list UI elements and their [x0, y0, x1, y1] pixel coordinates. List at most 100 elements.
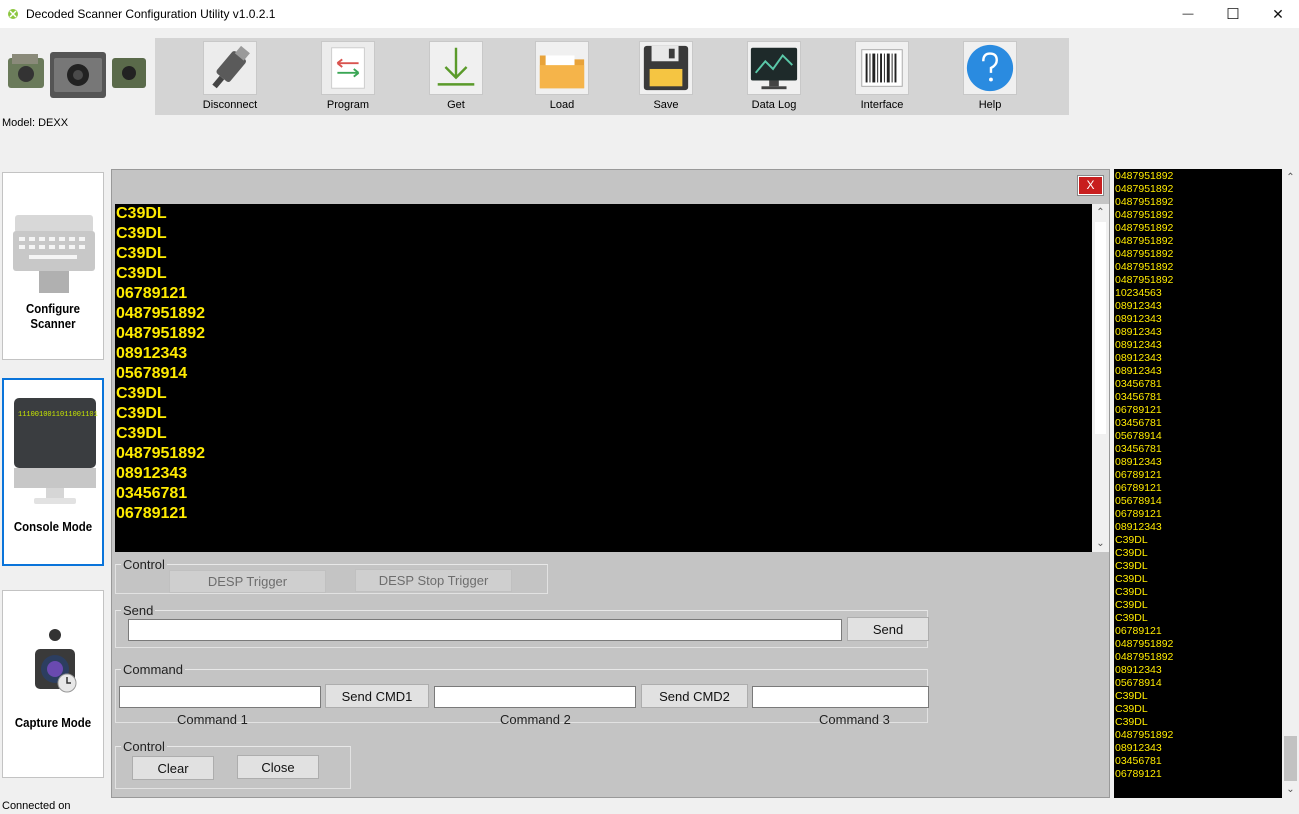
app-icon [8, 9, 18, 19]
load-label: Load [549, 99, 575, 111]
log-line: 08912343 [1115, 664, 1162, 676]
desp-stop-trigger-button[interactable]: DESP Stop Trigger [355, 569, 512, 592]
log-scroll-up-icon[interactable]: ⌃ [1282, 169, 1299, 186]
control2-group-label: Control [121, 739, 167, 754]
interface-button[interactable]: Interface [847, 41, 917, 113]
log-scroll-thumb[interactable] [1284, 736, 1297, 781]
maximize-icon: ☐ [1226, 6, 1240, 23]
load-button[interactable]: Load [527, 41, 597, 113]
log-line: 06789121 [1115, 482, 1162, 494]
command3-input[interactable] [752, 686, 929, 708]
log-line: 08912343 [1115, 742, 1162, 754]
log-line: 03456781 [1115, 755, 1162, 767]
console-line: C39DL [116, 405, 167, 422]
desp-trigger-button[interactable]: DESP Trigger [169, 570, 326, 593]
disconnect-button[interactable]: Disconnect [195, 41, 265, 113]
help-button[interactable]: Help [955, 41, 1025, 113]
configure-scanner-label: Configure Scanner [25, 301, 81, 331]
log-line: 0487951892 [1115, 651, 1174, 663]
window-title: Decoded Scanner Configuration Utility v1… [26, 7, 276, 21]
command2-label: Command 2 [500, 712, 571, 727]
data-log-button[interactable]: Data Log [739, 41, 809, 113]
log-line: 0487951892 [1115, 222, 1174, 234]
log-line: C39DL [1115, 560, 1148, 572]
send-cmd1-button[interactable]: Send CMD1 [325, 684, 429, 708]
data-log-output: 0487951892 0487951892 0487951892 0487951892… [1114, 169, 1282, 798]
console-line: 05678914 [116, 365, 188, 382]
program-arrows-icon [321, 41, 375, 95]
command2-input[interactable] [434, 686, 636, 708]
monitor-chart-icon [747, 41, 801, 95]
command3-label: Command 3 [819, 712, 890, 727]
log-line: 06789121 [1115, 625, 1162, 637]
panel-close-button[interactable]: X [1077, 175, 1104, 196]
sidebar-item-capture-mode[interactable]: Capture Mode [2, 590, 104, 778]
maximize-button[interactable]: ☐ [1210, 0, 1256, 28]
toolbar: Disconnect Program Get Load Save Data Lo… [155, 38, 1069, 115]
log-line: 03456781 [1115, 378, 1162, 390]
save-button[interactable]: Save [631, 41, 701, 113]
sidebar-item-configure-scanner[interactable]: Configure Scanner [2, 172, 104, 360]
console-line: 0487951892 [116, 305, 205, 322]
interface-label: Interface [860, 99, 904, 111]
save-label: Save [653, 99, 679, 111]
log-line: 05678914 [1115, 677, 1162, 689]
console-line: C39DL [116, 385, 167, 402]
program-label: Program [326, 99, 370, 111]
console-line: C39DL [116, 205, 167, 222]
log-line: 08912343 [1115, 365, 1162, 377]
log-line: 0487951892 [1115, 729, 1174, 741]
download-arrow-icon [429, 41, 483, 95]
disconnect-label: Disconnect [202, 99, 258, 111]
sidebar-item-console-mode[interactable]: 1110010011011001101 Console Mode [2, 378, 104, 566]
send-cmd2-button[interactable]: Send CMD2 [641, 684, 748, 708]
log-line: 0487951892 [1115, 638, 1174, 650]
clear-button[interactable]: Clear [132, 756, 214, 780]
log-line: 05678914 [1115, 430, 1162, 442]
log-line: 08912343 [1115, 456, 1162, 468]
svg-text:1110010011011001101: 1110010011011001101 [18, 411, 98, 419]
scroll-down-icon[interactable]: ⌄ [1092, 535, 1109, 552]
program-button[interactable]: Program [313, 41, 383, 113]
log-line: 08912343 [1115, 352, 1162, 364]
capture-mode-label: Capture Mode [14, 715, 92, 730]
close-window-button[interactable]: ✕ [1255, 0, 1299, 28]
console-output: C39DL C39DL C39DL C39DL 06789121 0487951892 04… [115, 204, 1092, 552]
console-line: C39DL [116, 425, 167, 442]
log-line: 08912343 [1115, 326, 1162, 338]
log-line: 03456781 [1115, 391, 1162, 403]
log-line: 0487951892 [1115, 235, 1174, 247]
log-line: 0487951892 [1115, 274, 1174, 286]
send-button[interactable]: Send [847, 617, 929, 641]
log-line: 06789121 [1115, 469, 1162, 481]
folder-icon [535, 41, 589, 95]
command1-label: Command 1 [177, 712, 248, 727]
console-scrollbar[interactable]: ⌃ ⌄ [1092, 204, 1109, 552]
floppy-disk-icon [639, 41, 693, 95]
close-button[interactable]: Close [237, 755, 319, 779]
log-line: 08912343 [1115, 339, 1162, 351]
minimize-button[interactable]: — [1165, 0, 1211, 28]
console-mode-label: Console Mode [13, 519, 93, 534]
close-icon: ✕ [1272, 5, 1284, 22]
log-line: 03456781 [1115, 417, 1162, 429]
log-line: 08912343 [1115, 300, 1162, 312]
log-line: 10234563 [1115, 287, 1162, 299]
log-line: C39DL [1115, 586, 1148, 598]
title-bar: Decoded Scanner Configuration Utility v1… [0, 0, 1299, 28]
console-line: 0487951892 [116, 325, 205, 342]
log-line: 06789121 [1115, 508, 1162, 520]
log-scroll-down-icon[interactable]: ⌄ [1282, 781, 1299, 798]
log-line: 0487951892 [1115, 209, 1174, 221]
command1-input[interactable] [119, 686, 321, 708]
scroll-thumb[interactable] [1095, 222, 1106, 434]
scroll-up-icon[interactable]: ⌃ [1092, 204, 1109, 221]
console-line: C39DL [116, 245, 167, 262]
data-log-label: Data Log [751, 99, 797, 111]
get-button[interactable]: Get [421, 41, 491, 113]
data-log-scrollbar[interactable]: ⌃ ⌄ [1282, 169, 1299, 798]
log-line: C39DL [1115, 612, 1148, 624]
console-line: 06789121 [116, 285, 188, 302]
send-input[interactable] [128, 619, 842, 641]
log-line: C39DL [1115, 534, 1148, 546]
